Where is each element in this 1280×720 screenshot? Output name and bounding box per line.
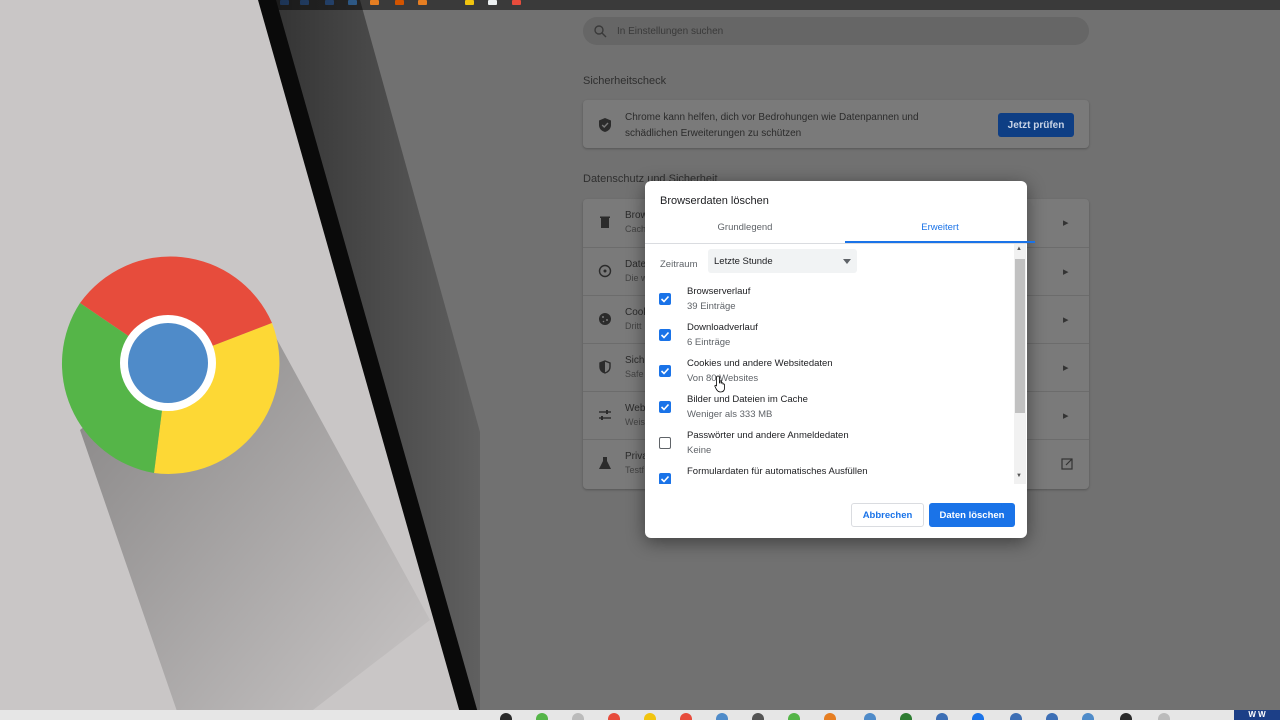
safety-check-card: Chrome kann helfen, dich vor Bedrohungen… (583, 100, 1089, 148)
taskbar-app-icon[interactable] (752, 713, 764, 720)
checkmark-icon (660, 295, 670, 303)
checkmark-icon (660, 403, 670, 411)
privacy-row-subtitle: Cach (625, 224, 647, 234)
safety-check-description: Chrome kann helfen, dich vor Bedrohungen… (625, 112, 919, 139)
chevron-right-icon: ▸ (1063, 314, 1069, 326)
taskbar-app-icon[interactable] (1046, 713, 1058, 720)
option-detail: Keine (687, 445, 712, 456)
option-label: Formulardaten für automatisches Ausfülle… (687, 466, 868, 477)
clear-option-downloads[interactable]: Downloadverlauf 6 Einträge (645, 320, 1015, 356)
bookmark-icon[interactable] (512, 0, 521, 5)
option-label: Bilder und Dateien im Cache (687, 394, 808, 405)
privacy-row-subtitle: Testf (625, 465, 645, 475)
tab-basic[interactable]: Grundlegend (650, 216, 840, 242)
taskbar-app-icon[interactable] (1120, 713, 1132, 720)
checkmark-icon (660, 331, 670, 339)
bookmark-icon[interactable] (488, 0, 497, 5)
taskbar-app-icon[interactable] (864, 713, 876, 720)
checkbox[interactable] (659, 365, 671, 377)
taskbar-app-icon[interactable] (680, 713, 692, 720)
option-label: Browserverlauf (687, 286, 751, 297)
taskbar: W W (0, 710, 1280, 720)
sliders-icon (599, 410, 611, 420)
time-range-label: Zeitraum (660, 259, 698, 270)
option-detail: 39 Einträge (687, 301, 736, 312)
cancel-button[interactable]: Abbrechen (851, 503, 924, 527)
privacy-row-title: Date (625, 259, 647, 270)
dialog-title: Browserdaten löschen (660, 195, 769, 207)
chevron-right-icon: ▸ (1063, 410, 1069, 422)
clear-option-cookies[interactable]: Cookies und andere Websitedaten Von 80 W… (645, 356, 1015, 392)
settings-search-input[interactable]: In Einstellungen suchen (583, 17, 1089, 45)
taskbar-app-icon[interactable] (500, 713, 512, 720)
option-detail: Weniger als 333 MB (687, 409, 773, 420)
chrome-logo-icon (61, 256, 280, 474)
clear-option-passwords[interactable]: Passwörter und andere Anmeldedaten Keine (645, 428, 1015, 464)
taskbar-app-icon[interactable] (644, 713, 656, 720)
open-external-icon (1061, 458, 1073, 470)
time-range-select[interactable]: Letzte Stunde (708, 249, 857, 273)
taskbar-corner-label[interactable]: W W (1234, 710, 1280, 720)
dialog-scroll-area[interactable]: Zeitraum Letzte Stunde Browserverlauf 39… (645, 244, 1027, 484)
shield-icon (599, 360, 611, 374)
clear-browsing-data-dialog: Browserdaten löschen Grundlegend Erweite… (645, 181, 1035, 538)
taskbar-app-icon[interactable] (788, 713, 800, 720)
search-icon (594, 25, 607, 38)
checkbox[interactable] (659, 401, 671, 413)
scroll-up-icon[interactable]: ▲ (1016, 246, 1022, 252)
taskbar-app-icon[interactable] (824, 713, 836, 720)
option-label: Passwörter und andere Anmeldedaten (687, 430, 849, 441)
clear-option-history[interactable]: Browserverlauf 39 Einträge (645, 284, 1015, 320)
taskbar-app-icon[interactable] (536, 713, 548, 720)
checkbox[interactable] (659, 473, 671, 484)
scrollbar-thumb[interactable] (1015, 259, 1025, 413)
tab-advanced[interactable]: Erweitert (845, 216, 1035, 243)
cookie-icon (599, 313, 611, 325)
checkmark-icon (660, 367, 670, 375)
checkmark-icon (660, 475, 670, 483)
taskbar-app-icon[interactable] (900, 713, 912, 720)
privacy-row-subtitle: Safe (625, 369, 644, 379)
option-detail: 6 Einträge (687, 337, 731, 348)
taskbar-app-icon[interactable] (1082, 713, 1094, 720)
taskbar-app-icon[interactable] (1010, 713, 1022, 720)
taskbar-app-icon[interactable] (1158, 713, 1170, 720)
safety-check-heading: Sicherheitscheck (583, 75, 667, 87)
clear-data-button[interactable]: Daten löschen (929, 503, 1015, 527)
checkbox[interactable] (659, 329, 671, 341)
trash-icon (600, 216, 610, 228)
check-now-button[interactable]: Jetzt prüfen (998, 113, 1074, 137)
compass-icon (598, 264, 612, 278)
taskbar-app-icon[interactable] (608, 713, 620, 720)
option-label: Downloadverlauf (687, 322, 758, 333)
chrome-logo-banner (0, 0, 480, 720)
hand-cursor-icon (714, 375, 725, 393)
search-placeholder: In Einstellungen suchen (617, 25, 724, 37)
clear-option-autofill[interactable]: Formulardaten für automatisches Ausfülle… (645, 464, 1015, 484)
checkbox[interactable] (659, 437, 671, 449)
clear-option-cache[interactable]: Bilder und Dateien im Cache Weniger als … (645, 392, 1015, 428)
privacy-row-title: Sich (625, 355, 645, 366)
shield-check-icon (599, 118, 611, 132)
chevron-right-icon: ▸ (1063, 362, 1069, 374)
taskbar-app-icon[interactable] (716, 713, 728, 720)
time-range-value: Letzte Stunde (714, 256, 773, 267)
chevron-right-icon: ▸ (1063, 217, 1069, 229)
taskbar-app-icon[interactable] (572, 713, 584, 720)
privacy-row-subtitle: Dritt (625, 321, 642, 331)
taskbar-app-icon[interactable] (936, 713, 948, 720)
scroll-down-icon[interactable]: ▼ (1016, 473, 1022, 479)
option-label: Cookies und andere Websitedaten (687, 358, 833, 369)
dropdown-arrow-icon (843, 259, 851, 264)
taskbar-app-icon[interactable] (972, 713, 984, 720)
chevron-right-icon: ▸ (1063, 266, 1069, 278)
privacy-row-title: Web (625, 403, 646, 414)
flask-icon (599, 457, 611, 469)
checkbox[interactable] (659, 293, 671, 305)
